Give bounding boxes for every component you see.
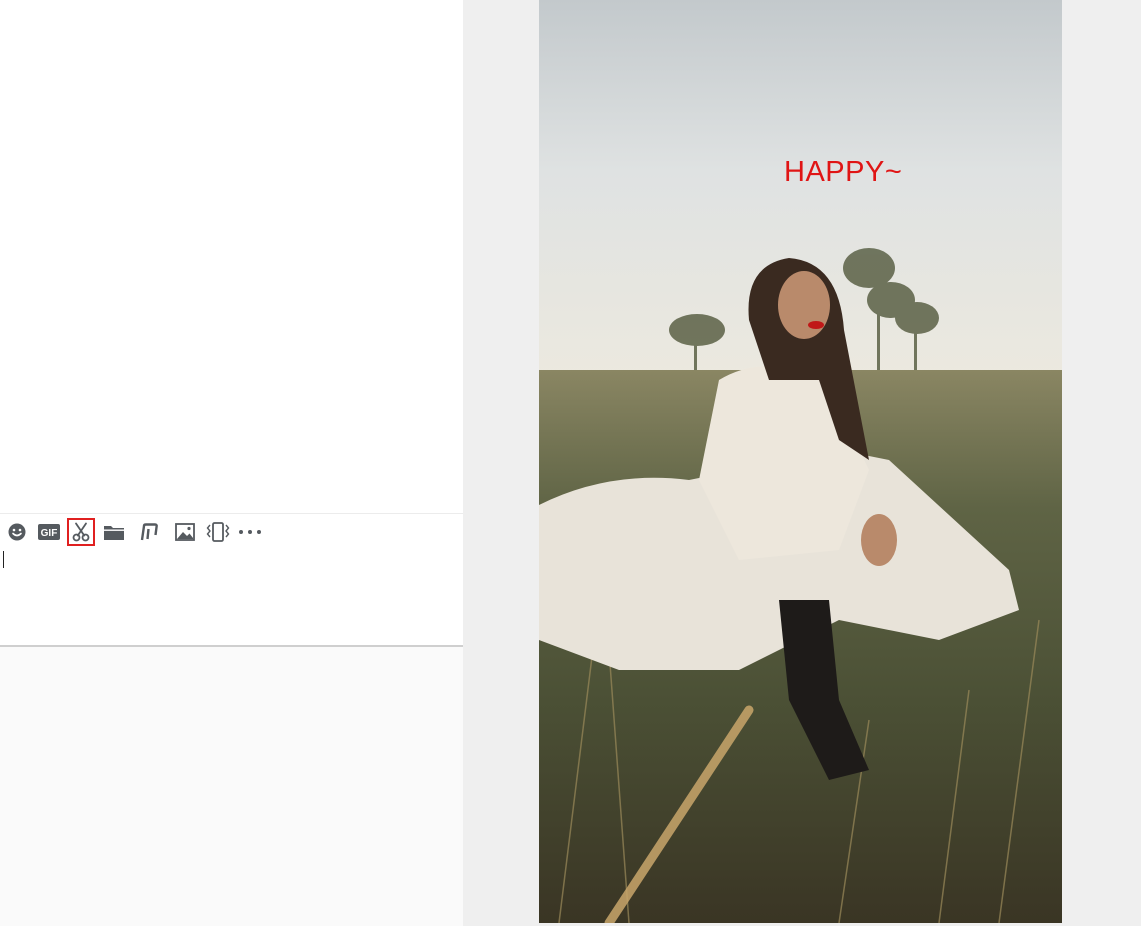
svg-text:GIF: GIF [41,528,58,539]
message-input[interactable] [0,549,463,645]
message-history [0,0,463,513]
music-button[interactable] [135,518,163,546]
photo-illustration [539,0,1062,923]
happy-overlay-text: HAPPY~ [784,156,903,188]
gif-icon: GIF [38,524,60,540]
more-button[interactable] [236,518,264,546]
file-button[interactable] [100,518,128,546]
toolbar-divider [0,513,463,514]
screenshot-scissors-button[interactable] [67,518,95,546]
emoji-icon [8,523,26,541]
gif-button[interactable]: GIF [35,518,63,546]
image-preview-pane: HAPPY~ [463,0,1141,926]
preview-photo: HAPPY~ [539,0,1062,923]
folder-icon [104,526,124,540]
emoji-button[interactable] [3,518,31,546]
text-caret [3,551,4,568]
music-note-icon [140,523,158,541]
lower-panel [0,647,463,926]
scissors-icon [72,522,90,542]
more-icon [239,530,261,534]
image-icon [175,523,195,541]
window-shake-button[interactable] [204,518,232,546]
shake-icon [206,522,230,542]
chat-pane: GIF [0,0,463,926]
chat-toolbar: GIF [0,517,463,549]
image-button[interactable] [171,518,199,546]
